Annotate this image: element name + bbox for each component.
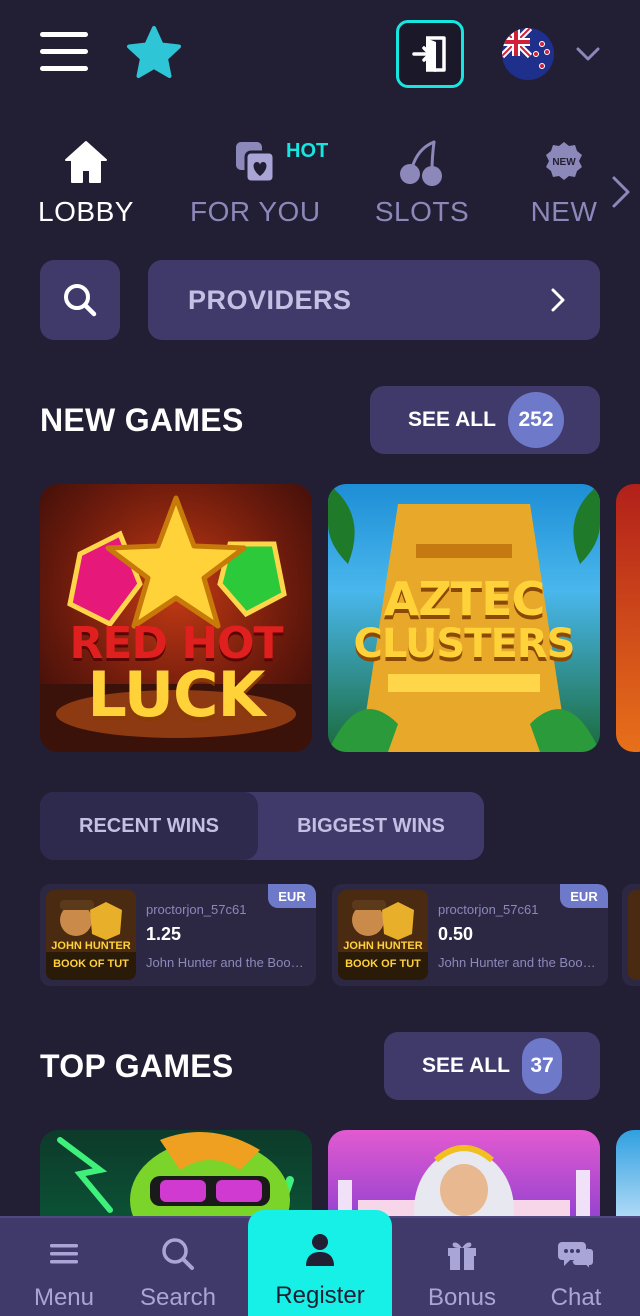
hamburger-line bbox=[40, 49, 88, 54]
thumb-title-line2: BOOK OF TUT bbox=[345, 958, 421, 970]
bottom-nav-chat-label: Chat bbox=[550, 1284, 602, 1311]
gift-icon bbox=[448, 1242, 476, 1270]
favorites-star-button[interactable] bbox=[124, 24, 184, 84]
new-games-title: NEW GAMES bbox=[40, 402, 244, 438]
win-username: proctorjon_57c61 bbox=[146, 902, 247, 917]
currency-badge: EUR bbox=[560, 884, 608, 908]
new-zealand-flag-icon bbox=[502, 28, 554, 80]
tab-biggest-wins[interactable]: BIGGEST WINS bbox=[258, 792, 484, 860]
win-username: proctorjon_57c61 bbox=[438, 902, 539, 917]
cherries-icon bbox=[400, 140, 442, 186]
svg-text:NEW: NEW bbox=[552, 157, 576, 168]
game-card-aztec-clusters[interactable]: AZTEC CLUSTERS bbox=[328, 484, 600, 752]
bottom-nav-menu[interactable]: Menu bbox=[16, 1218, 112, 1316]
win-card[interactable]: JOHN HUNTER BOOK OF TUT proctorjon_57c61… bbox=[40, 884, 316, 986]
thumb-title-line1: JOHN HUNTER bbox=[51, 940, 131, 952]
hamburger-line bbox=[40, 32, 88, 37]
bottom-nav-chat[interactable]: Chat bbox=[528, 1218, 624, 1316]
tab-lobby[interactable]: LOBBY bbox=[32, 136, 140, 236]
bottom-nav-bonus-label: Bonus bbox=[427, 1284, 497, 1311]
thumb-title-line2: BOOK OF TUT bbox=[53, 958, 129, 970]
new-games-see-all-button[interactable]: SEE ALL 252 bbox=[370, 386, 600, 454]
language-flag-button[interactable] bbox=[502, 28, 554, 80]
nav-scroll-right-button[interactable] bbox=[606, 172, 634, 212]
providers-label: PROVIDERS bbox=[188, 284, 352, 315]
hot-badge: HOT bbox=[286, 140, 329, 162]
tab-new-label: NEW bbox=[530, 196, 598, 227]
win-amount: 1.25 bbox=[146, 924, 182, 944]
win-game-thumbnail bbox=[628, 890, 640, 980]
register-button[interactable]: Register bbox=[248, 1210, 392, 1316]
game-title-line1: AZTEC bbox=[383, 572, 546, 626]
bottom-nav-search[interactable]: Search bbox=[130, 1218, 226, 1316]
bottom-nav-bonus[interactable]: Bonus bbox=[414, 1218, 510, 1316]
tab-slots-label: SLOTS bbox=[374, 196, 470, 227]
game-card-peek[interactable] bbox=[616, 484, 640, 752]
top-games-count-badge: 37 bbox=[522, 1038, 562, 1094]
user-icon bbox=[306, 1234, 334, 1266]
search-icon bbox=[64, 284, 97, 317]
game-title-line2: CLUSTERS bbox=[353, 621, 576, 667]
chat-icon bbox=[558, 1242, 594, 1272]
hamburger-line bbox=[40, 66, 88, 71]
bottom-nav-search-label: Search bbox=[139, 1284, 217, 1311]
win-amount: 0.50 bbox=[438, 924, 474, 944]
currency-badge: EUR bbox=[268, 884, 316, 908]
tab-recent-wins[interactable]: RECENT WINS bbox=[40, 792, 258, 860]
chevron-right-icon bbox=[551, 288, 565, 312]
tab-new[interactable]: NEW NEW bbox=[524, 136, 604, 236]
new-badge-icon: NEW bbox=[546, 142, 582, 180]
tab-slots[interactable]: SLOTS bbox=[372, 136, 472, 236]
win-game-name: John Hunter and the Book of Tut bbox=[438, 955, 602, 970]
see-all-label: SEE ALL bbox=[422, 1054, 510, 1077]
win-game-thumbnail: JOHN HUNTER BOOK OF TUT bbox=[338, 890, 428, 980]
new-games-count-badge: 252 bbox=[508, 392, 564, 448]
home-icon bbox=[65, 141, 107, 183]
wins-toggle: RECENT WINS BIGGEST WINS bbox=[40, 792, 484, 860]
win-card[interactable]: JOHN HUNTER BOOK OF TUT proctorjon_57c61… bbox=[332, 884, 608, 986]
game-search-button[interactable] bbox=[40, 260, 120, 340]
login-icon bbox=[412, 36, 446, 72]
heart-cards-icon bbox=[236, 142, 276, 184]
win-game-thumbnail: JOHN HUNTER BOOK OF TUT bbox=[46, 890, 136, 980]
top-games-title: TOP GAMES bbox=[40, 1048, 234, 1084]
top-games-see-all-button[interactable]: SEE ALL 37 bbox=[384, 1032, 600, 1100]
register-label: Register bbox=[275, 1282, 365, 1309]
game-card-red-hot-luck[interactable]: RED HOT LUCK bbox=[40, 484, 312, 752]
chevron-down-icon bbox=[576, 47, 600, 61]
see-all-label: SEE ALL bbox=[408, 408, 496, 431]
login-button[interactable] bbox=[396, 20, 464, 88]
tab-lobby-label: LOBBY bbox=[38, 196, 134, 227]
star-icon bbox=[127, 26, 181, 78]
chevron-right-icon bbox=[612, 176, 630, 208]
providers-button[interactable]: PROVIDERS bbox=[148, 260, 600, 340]
tab-for-you-label: FOR YOU bbox=[190, 196, 321, 227]
hamburger-icon bbox=[50, 1244, 78, 1264]
language-dropdown-chevron[interactable] bbox=[574, 40, 602, 68]
bottom-nav-menu-label: Menu bbox=[33, 1284, 95, 1311]
thumb-title-line1: JOHN HUNTER bbox=[343, 940, 423, 952]
win-card-peek[interactable] bbox=[622, 884, 640, 986]
win-game-name: John Hunter and the Book of Tut bbox=[146, 955, 310, 970]
search-icon bbox=[162, 1238, 194, 1270]
game-title-line2: LUCK bbox=[87, 658, 265, 731]
menu-hamburger-button[interactable] bbox=[40, 32, 88, 72]
